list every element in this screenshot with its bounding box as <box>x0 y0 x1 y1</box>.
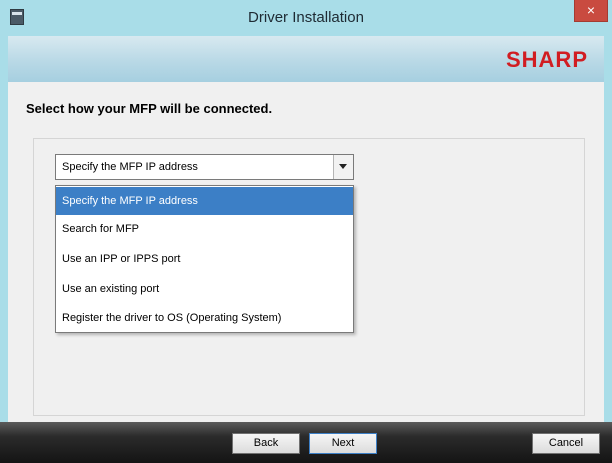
cancel-button-label: Cancel <box>548 437 584 449</box>
window-border-left <box>0 36 8 463</box>
chevron-down-icon <box>339 164 347 169</box>
next-button[interactable]: Next <box>309 433 377 454</box>
dropdown-button[interactable] <box>333 155 353 179</box>
cancel-button[interactable]: Cancel <box>532 433 600 454</box>
page-heading: Select how your MFP will be connected. <box>26 101 273 116</box>
option-specify-ip[interactable]: Specify the MFP IP address <box>56 187 353 215</box>
close-button[interactable]: × <box>574 0 608 22</box>
header-banner: SHARP <box>8 36 604 83</box>
window-border-right <box>604 36 612 463</box>
back-button[interactable]: Back <box>232 433 300 454</box>
option-existing-port[interactable]: Use an existing port <box>56 275 353 303</box>
connection-type-select[interactable]: Specify the MFP IP address <box>55 154 354 180</box>
window-title: Driver Installation <box>248 9 364 26</box>
option-register-driver[interactable]: Register the driver to OS (Operating Sys… <box>56 304 353 332</box>
next-button-label: Next <box>331 437 355 449</box>
option-search-mfp[interactable]: Search for MFP <box>56 215 353 243</box>
select-value: Specify the MFP IP address <box>62 161 198 173</box>
footer-bar <box>0 422 612 463</box>
title-bar: Driver Installation × <box>0 0 612 37</box>
sharp-logo: SHARP <box>505 47 588 72</box>
back-button-label: Back <box>253 437 279 449</box>
connection-options-list: Specify the MFP IP address Search for MF… <box>55 185 354 333</box>
option-ipp-port[interactable]: Use an IPP or IPPS port <box>56 245 353 273</box>
